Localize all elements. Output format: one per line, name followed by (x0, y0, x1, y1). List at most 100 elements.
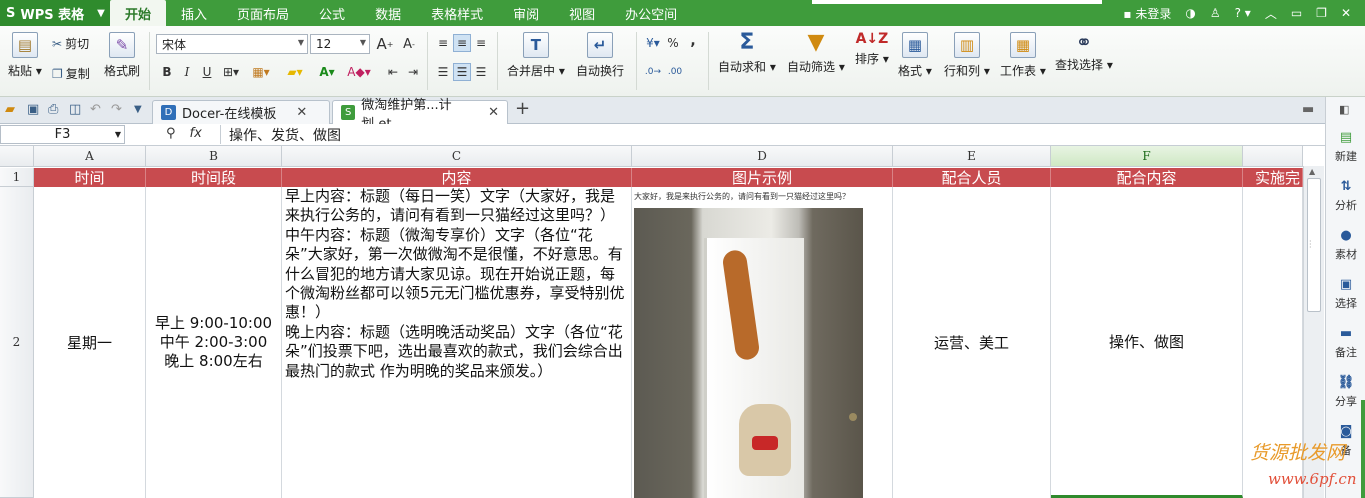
wrap-text-button[interactable]: ↵ 自动换行 (576, 32, 624, 79)
header-cell-image-example[interactable]: 图片示例 (632, 168, 893, 187)
sidebar-item-select[interactable]: ▣ 选择 (1326, 277, 1365, 311)
font-size-select[interactable]: 12 ▼ (310, 34, 370, 54)
print-icon[interactable]: ⎙ (48, 102, 58, 117)
new-tab-icon[interactable]: + (515, 98, 530, 119)
fx-button[interactable]: fx (190, 126, 202, 141)
skin-icon[interactable]: ◑ (1185, 6, 1195, 20)
fill-color-icon[interactable]: ▰▾ (286, 63, 304, 81)
underline-button[interactable]: U (198, 63, 216, 81)
align-left-icon[interactable]: ☰ (434, 63, 452, 81)
auto-filter-button[interactable]: ▼ 自动筛选 ▾ (787, 32, 845, 75)
cell-c2-content[interactable]: 早上内容：标题（每日一笑）文字（大家好，我是来执行公务的，请问有看到一只猫经过这… (282, 187, 632, 498)
tab-view[interactable]: 视图 (554, 0, 610, 26)
align-middle-icon[interactable]: ≡ (453, 34, 471, 52)
sidebar-item-analysis[interactable]: ⇅ 分析 (1326, 179, 1365, 213)
shrink-font-icon[interactable]: A- (400, 35, 418, 53)
increase-decimal-icon[interactable]: .0→ (644, 63, 662, 81)
column-header-d[interactable]: D (632, 146, 893, 167)
tab-page-layout[interactable]: 页面布局 (222, 0, 304, 26)
paste-button[interactable]: ▤ 粘贴 ▾ (8, 32, 42, 79)
column-header-e[interactable]: E (893, 146, 1051, 167)
tab-formula[interactable]: 公式 (304, 0, 360, 26)
align-right-icon[interactable]: ☰ (472, 63, 490, 81)
collapse-ribbon-icon[interactable]: ︿ (1265, 5, 1277, 22)
column-header-b[interactable]: B (146, 146, 282, 167)
bold-button[interactable]: B (158, 63, 176, 81)
merge-style-icon[interactable]: ▦▾ (252, 63, 270, 81)
merge-center-button[interactable]: T 合并居中 ▾ (507, 32, 565, 79)
shirt-icon[interactable]: ♙ (1210, 6, 1221, 20)
rows-cols-button[interactable]: ▥ 行和列 ▾ (944, 32, 990, 79)
scroll-up-icon[interactable]: ▲ (1309, 167, 1315, 176)
formula-input[interactable]: 操作、发货、做图 (220, 125, 1325, 144)
cell-f2-task[interactable]: 操作、做图 (1051, 187, 1243, 498)
cell-e2-staff[interactable]: 运营、美工 (893, 187, 1051, 498)
format-button[interactable]: ▦ 格式 ▾ (898, 32, 932, 79)
chevron-down-icon[interactable]: ▼ (134, 104, 142, 115)
italic-button[interactable]: I (178, 63, 196, 81)
decrease-decimal-icon[interactable]: .00 (666, 63, 684, 81)
header-cell-time[interactable]: 时间 (34, 168, 146, 187)
undo-icon[interactable]: ↶ (90, 102, 101, 117)
tab-data[interactable]: 数据 (360, 0, 416, 26)
comma-button[interactable]: , (684, 32, 702, 50)
row-header-2[interactable]: 2 (0, 187, 34, 498)
tab-office-space[interactable]: 办公空间 (610, 0, 692, 26)
header-cell-done[interactable]: 实施完 (1243, 168, 1303, 187)
sidebar-item-materials[interactable]: ● 素材 (1326, 228, 1365, 262)
grow-font-icon[interactable]: A + (376, 35, 394, 53)
close-icon[interactable]: ✕ (1341, 6, 1351, 20)
align-center-icon[interactable]: ☰ (453, 63, 471, 81)
tab-table-style[interactable]: 表格样式 (416, 0, 498, 26)
align-bottom-icon[interactable]: ≡ (472, 34, 490, 52)
app-menu-button[interactable]: S WPS 表格 ▼ (0, 0, 110, 26)
open-folder-icon[interactable]: ▰ (5, 102, 15, 117)
cell-a2-day[interactable]: 星期一 (34, 187, 146, 498)
worksheet-button[interactable]: ▦ 工作表 ▾ (1000, 32, 1046, 79)
header-cell-content[interactable]: 内容 (282, 168, 632, 187)
column-header-c[interactable]: C (282, 146, 632, 167)
currency-icon[interactable]: ¥▾ (644, 34, 662, 52)
row-header-1[interactable]: 1 (0, 168, 34, 187)
tab-home[interactable]: 开始 (110, 0, 167, 26)
tab-review[interactable]: 审阅 (498, 0, 554, 26)
indent-decrease-icon[interactable]: ⇤ (384, 63, 402, 81)
border-icon[interactable]: ⊞▾ (222, 63, 240, 81)
sort-button[interactable]: A↓Z 排序 ▾ (855, 32, 889, 67)
align-top-icon[interactable]: ≡ (434, 34, 452, 52)
select-all-corner[interactable] (0, 146, 34, 167)
save-icon[interactable]: ▣ (27, 102, 39, 117)
sidebar-item-share[interactable]: ⛓ 分享 (1326, 375, 1365, 409)
redo-icon[interactable]: ↷ (111, 102, 122, 117)
column-header-a[interactable]: A (34, 146, 146, 167)
pane-toggle-icon[interactable]: ◧ (1339, 103, 1349, 116)
restore-icon[interactable]: ❐ (1316, 6, 1327, 20)
cut-button[interactable]: ✂ 剪切 (52, 35, 89, 52)
header-cell-period[interactable]: 时间段 (146, 168, 282, 187)
close-icon[interactable]: ✕ (296, 105, 307, 120)
find-select-button[interactable]: ⚭ 查找选择 ▾ (1055, 32, 1113, 73)
cell-b2-times[interactable]: 早上 9:00-10:00 中午 2:00-3:00 晚上 8:00左右 (146, 187, 282, 498)
auto-sum-button[interactable]: Σ 自动求和 ▾ (718, 32, 776, 75)
help-button[interactable]: ? ▾ (1235, 6, 1251, 20)
format-painter-button[interactable]: ✎ 格式刷 (104, 32, 140, 79)
tab-insert[interactable]: 插入 (166, 0, 222, 26)
name-box[interactable]: F3 ▼ (0, 125, 125, 144)
font-name-select[interactable]: 宋体 ▼ (156, 34, 308, 54)
column-header-f[interactable]: F (1051, 146, 1243, 167)
header-cell-task[interactable]: 配合内容 (1051, 168, 1243, 187)
indent-increase-icon[interactable]: ⇥ (404, 63, 422, 81)
header-cell-staff[interactable]: 配合人员 (893, 168, 1051, 187)
clear-format-icon[interactable]: A◆▾ (347, 63, 370, 81)
zoom-icon[interactable]: ⚲ (166, 126, 176, 141)
cell-d2-image[interactable]: 大家好，我是来执行公务的，请问有看到一只猫经过这里吗？ (632, 187, 893, 498)
login-link[interactable]: ▪ 未登录 (1123, 5, 1171, 22)
close-icon[interactable]: ✕ (488, 105, 499, 120)
minimize-icon[interactable]: ▭ (1291, 6, 1302, 20)
copy-button[interactable]: ❐ 复制 (52, 65, 90, 82)
font-color-icon[interactable]: A▾ (318, 63, 336, 81)
sidebar-item-new[interactable]: ▤ 新建 (1326, 130, 1365, 164)
percent-button[interactable]: % (664, 34, 682, 52)
sidebar-item-notes[interactable]: ▬ 备注 (1326, 326, 1365, 360)
print-preview-icon[interactable]: ◫ (69, 102, 81, 117)
